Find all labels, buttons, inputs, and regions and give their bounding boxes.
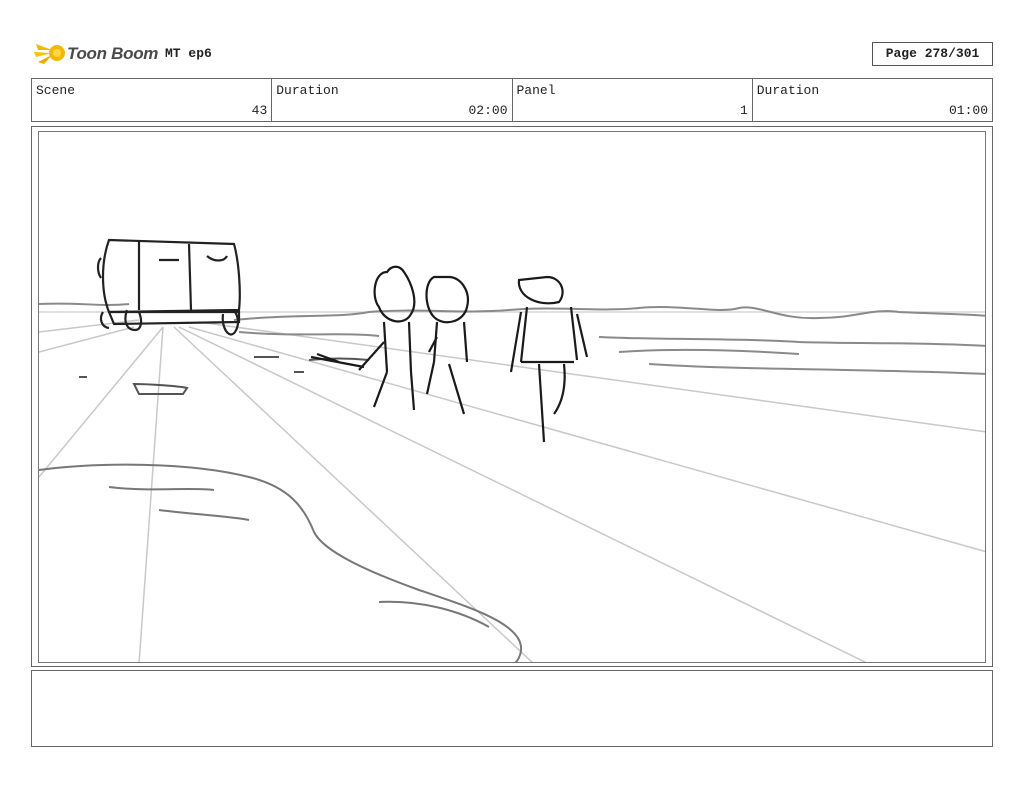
road-curve — [39, 463, 523, 662]
scene-value: 43 — [251, 103, 268, 118]
storyboard-panel — [38, 131, 986, 663]
scene-label: Scene — [36, 83, 76, 98]
panel-cell: Panel 1 — [513, 79, 753, 121]
duration-label: Duration — [276, 83, 339, 98]
character-sketch — [310, 265, 589, 443]
storyboard-sketch — [39, 238, 985, 662]
toon-boom-logo: Toon Boom — [34, 38, 164, 70]
toon-boom-logo-icon — [34, 44, 65, 64]
page-indicator: Page 278/301 — [872, 42, 993, 66]
duration-value: 02:00 — [468, 103, 508, 118]
panel-duration-label: Duration — [756, 83, 820, 98]
project-title: MT ep6 — [165, 46, 212, 61]
logo-text: Toon Boom — [67, 44, 159, 63]
panel-label: Panel — [516, 83, 556, 98]
van-sketch — [96, 238, 241, 336]
panel-duration-value: 01:00 — [948, 103, 988, 118]
duration-cell: Duration 02:00 — [272, 79, 513, 121]
panel-value: 1 — [739, 103, 748, 118]
notes-box — [31, 670, 993, 747]
panel-duration-cell: Duration 01:00 — [753, 79, 992, 121]
info-row: Scene 43 Duration 02:00 Panel 1 Duration… — [31, 78, 993, 122]
scene-cell: Scene 43 — [32, 79, 273, 121]
